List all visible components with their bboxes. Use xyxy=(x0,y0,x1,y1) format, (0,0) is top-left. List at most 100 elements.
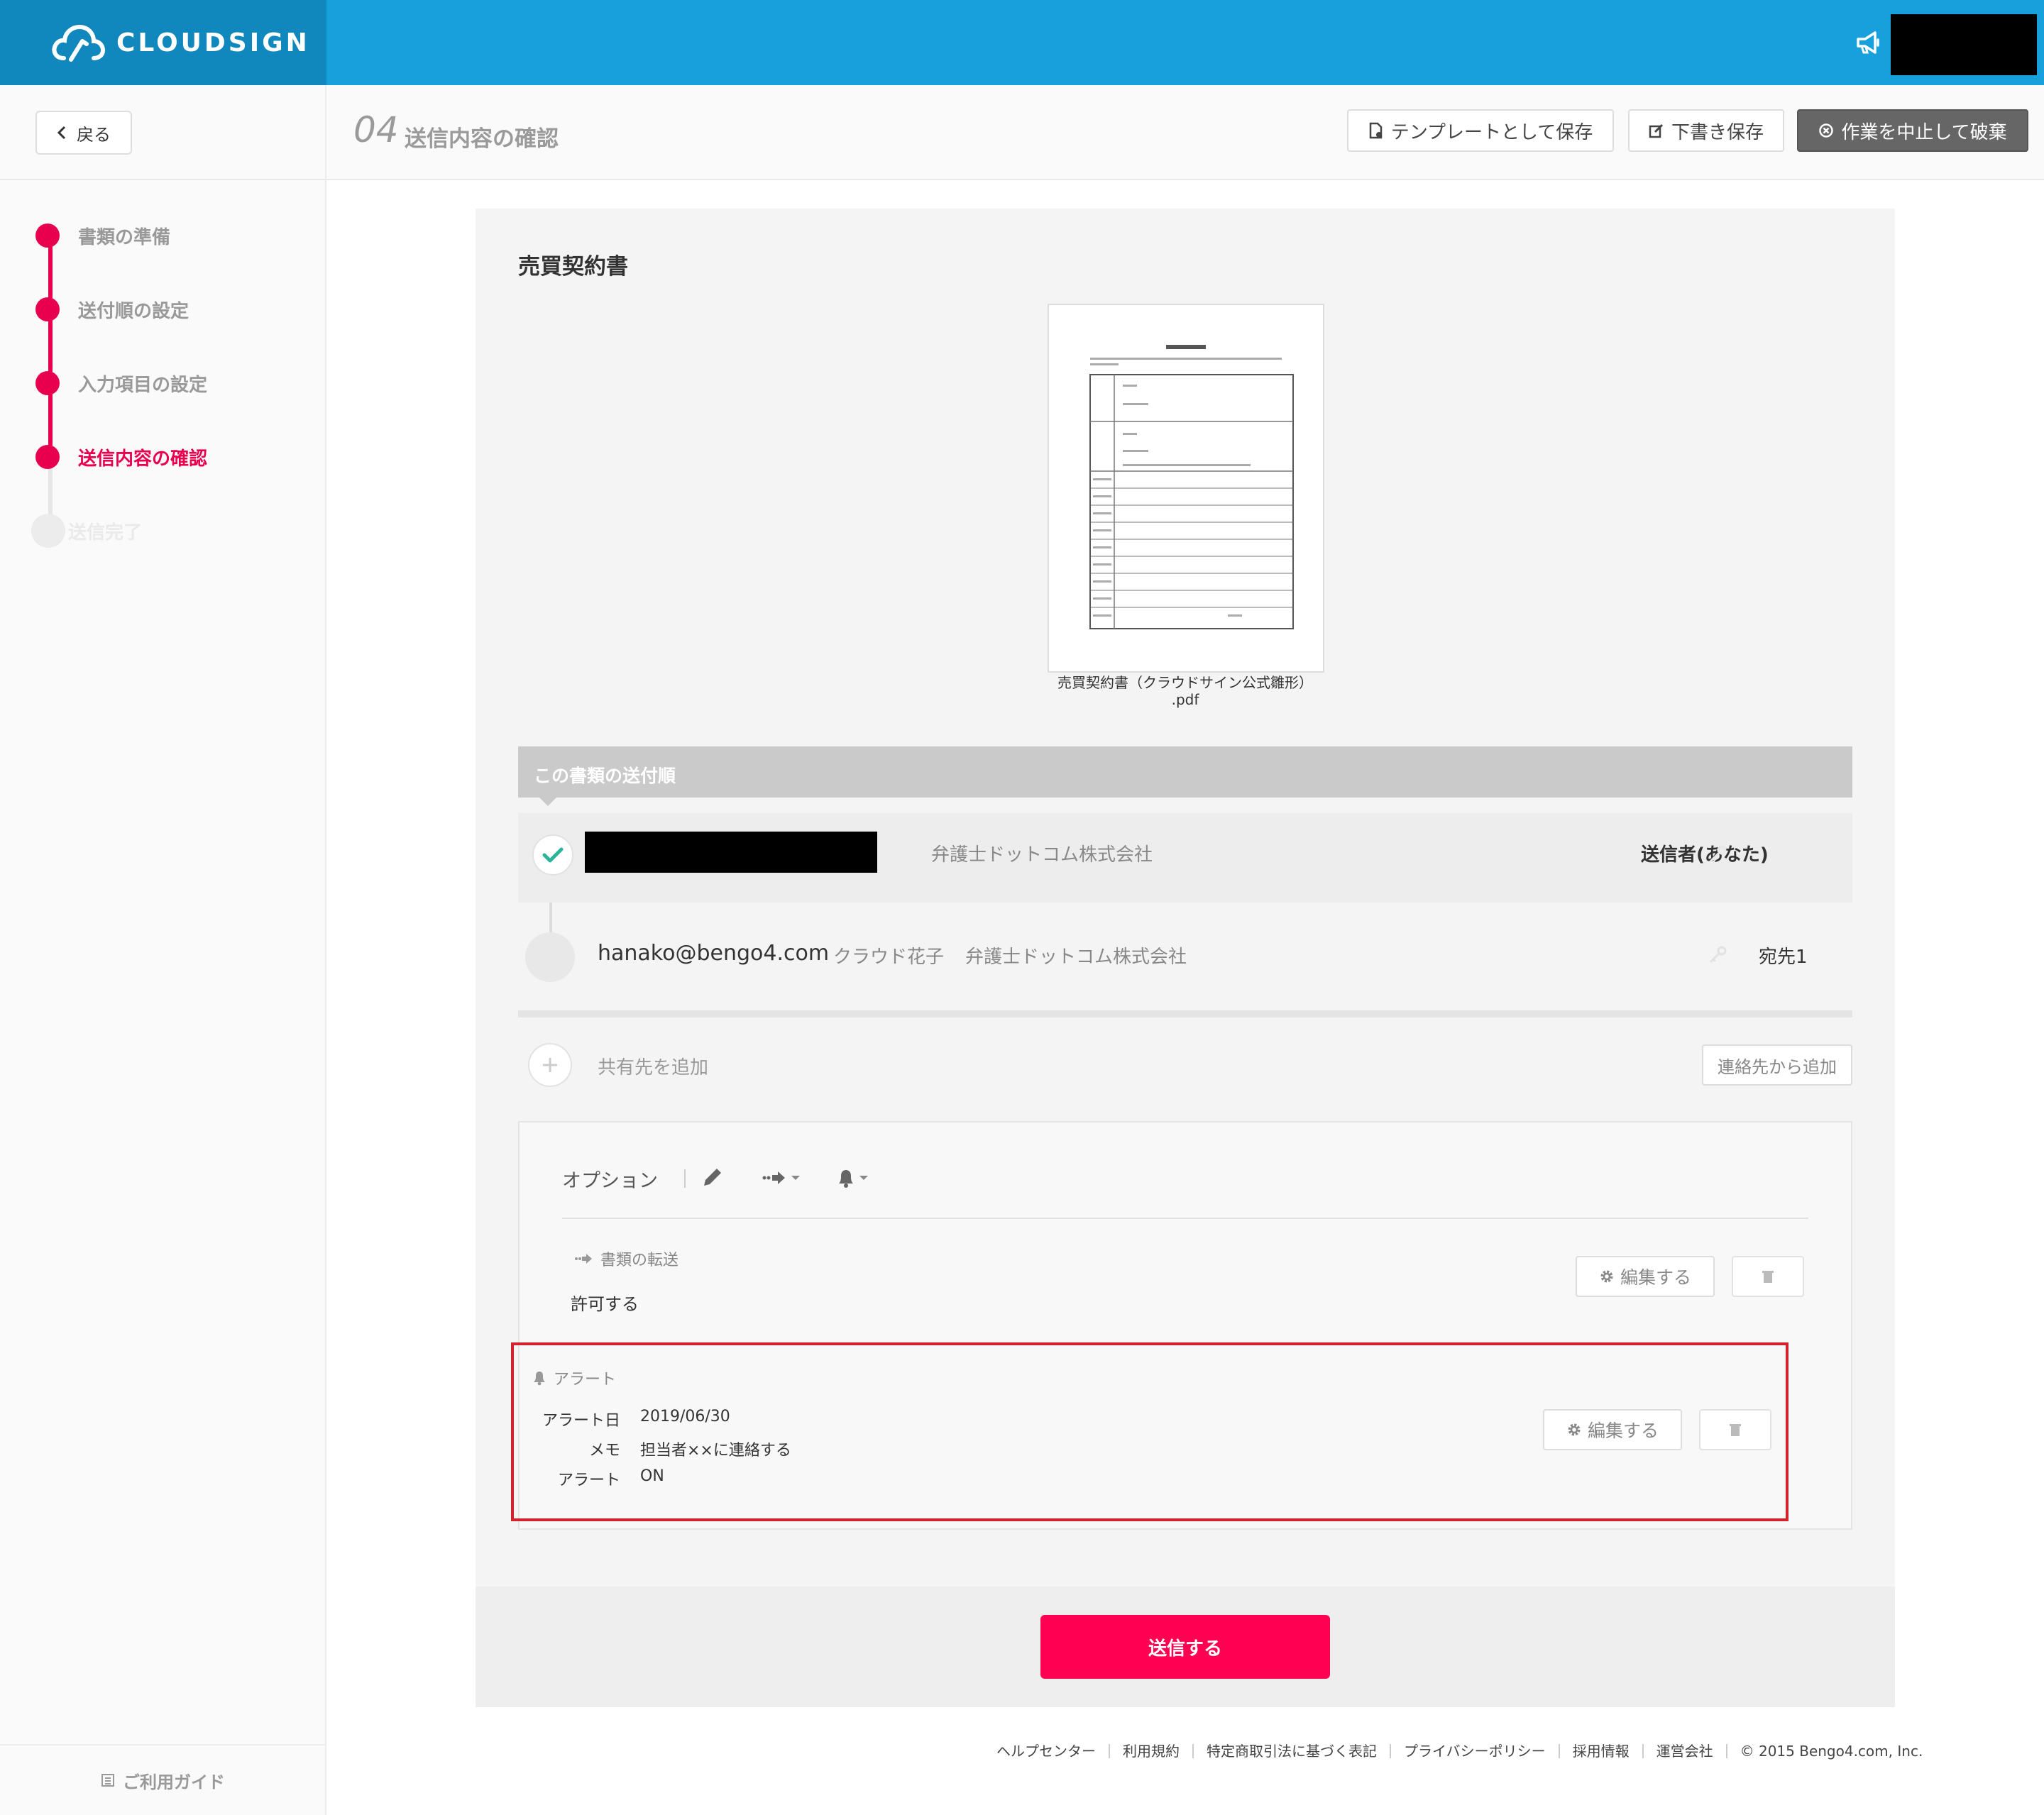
discard-label: 作業を中止して破棄 xyxy=(1841,121,2007,143)
document-save-icon xyxy=(1369,122,1383,139)
user-guide-label: ご利用ガイド xyxy=(123,1772,225,1792)
alert-row-value: 担当者××に連絡する xyxy=(640,1442,791,1460)
header-pointer xyxy=(539,798,556,806)
footer-link-company[interactable]: 運営会社 xyxy=(1642,1744,1726,1758)
sender-company: 弁護士ドットコム株式会社 xyxy=(931,844,1153,866)
forward-title-label: 書類の転送 xyxy=(600,1252,679,1269)
user-guide-link[interactable]: ご利用ガイド xyxy=(0,1744,325,1815)
cloud-logo-icon xyxy=(52,24,105,62)
forward-section-title: 書類の転送 xyxy=(575,1247,678,1270)
sender-role: 送信者(あなた) xyxy=(1641,844,1769,866)
sub-header: 戻る 04 送信内容の確認 テンプレートとして保存 下書き保存 作業を中止して破… xyxy=(0,85,2044,180)
add-share-button[interactable] xyxy=(528,1043,572,1087)
send-order-title: この書類の送付順 xyxy=(534,766,676,786)
plus-icon xyxy=(543,1058,557,1072)
check-circle xyxy=(532,834,573,876)
copyright: © 2015 Bengo4.com, Inc. xyxy=(1725,1744,1936,1758)
check-icon xyxy=(542,847,564,863)
alert-date-row: アラート日 2019/06/30 xyxy=(532,1408,730,1430)
footer-link-careers[interactable]: 採用情報 xyxy=(1558,1744,1642,1758)
user-menu-redacted[interactable] xyxy=(1891,14,2037,75)
step-label: 送信内容の確認 xyxy=(78,448,208,470)
send-order-header: この書類の送付順 xyxy=(518,746,1852,806)
add-share-label[interactable]: 共有先を追加 xyxy=(598,1053,708,1079)
delete-alert-button[interactable] xyxy=(1699,1409,1771,1450)
delete-forward-button[interactable] xyxy=(1732,1256,1804,1297)
caret-down-icon xyxy=(791,1176,800,1180)
top-bar: CLOUDSIGN xyxy=(0,0,2044,85)
options-label: オプション xyxy=(562,1170,658,1192)
alert-row-value: ON xyxy=(640,1467,664,1485)
recipient-company: 弁護士ドットコム株式会社 xyxy=(965,947,1187,968)
edit-forward-button[interactable]: 編集する xyxy=(1576,1256,1715,1297)
confirmation-card: 売買契約書 売買契約書（クラウドサイン公式雛形） .pdf この書類の送付順 弁… xyxy=(476,209,1895,1589)
edit-label: 編集する xyxy=(1587,1420,1659,1441)
gear-icon xyxy=(1600,1270,1613,1283)
close-circle-icon xyxy=(1819,123,1834,138)
back-label: 戻る xyxy=(77,124,111,145)
alert-option-dropdown[interactable] xyxy=(836,1165,869,1191)
edit-alert-button[interactable]: 編集する xyxy=(1543,1409,1682,1450)
logo[interactable]: CLOUDSIGN xyxy=(0,0,326,85)
footer-links: ヘルプセンター 利用規約 特定商取引法に基づく表記 プライバシーポリシー 採用情… xyxy=(996,1744,1935,1758)
footer-link-terms[interactable]: 利用規約 xyxy=(1109,1744,1192,1758)
alert-memo-row: メモ 担当者××に連絡する xyxy=(532,1438,791,1460)
step-dot xyxy=(35,371,60,395)
discard-button[interactable]: 作業を中止して破棄 xyxy=(1797,109,2028,152)
page-title: 送信内容の確認 xyxy=(405,126,559,152)
recipient-row: hanako@bengo4.com クラウド花子 弁護士ドットコム株式会社 宛先… xyxy=(518,903,1852,1008)
alert-row-key: アラート xyxy=(557,1472,620,1489)
step-dot xyxy=(35,224,60,248)
document-preview-image xyxy=(1089,345,1294,629)
sender-row: 弁護士ドットコム株式会社 送信者(あなた) xyxy=(518,813,1852,903)
gear-icon xyxy=(1568,1423,1581,1436)
edit-icon xyxy=(1649,123,1664,138)
step-label: 入力項目の設定 xyxy=(78,374,208,396)
sidebar: 書類の準備 送付順の設定 入力項目の設定 送信内容の確認 送信完了 ご利用ガイド xyxy=(0,180,326,1815)
megaphone-icon[interactable] xyxy=(1854,28,1882,57)
save-draft-label: 下書き保存 xyxy=(1671,121,1764,143)
logo-text: CLOUDSIGN xyxy=(116,28,310,57)
key-icon[interactable] xyxy=(1708,945,1727,965)
divider xyxy=(325,85,326,180)
book-icon xyxy=(101,1774,114,1787)
step-complete: 送信完了 xyxy=(31,514,143,548)
alert-row-key: メモ xyxy=(588,1442,620,1460)
caret-down-icon xyxy=(859,1176,868,1180)
step-label: 送付順の設定 xyxy=(78,300,189,322)
step-prepare-document[interactable]: 書類の準備 xyxy=(35,221,170,250)
alert-section: アラート アラート日 2019/06/30 メモ 担当者××に連絡する アラート… xyxy=(511,1342,1788,1521)
forward-value: 許可する xyxy=(571,1294,639,1314)
step-label: 送信完了 xyxy=(68,522,143,544)
forward-option-dropdown[interactable] xyxy=(762,1165,801,1191)
step-confirm: 送信内容の確認 xyxy=(35,443,207,471)
save-as-template-button[interactable]: テンプレートとして保存 xyxy=(1347,109,1614,152)
divider xyxy=(684,1169,686,1188)
save-as-template-label: テンプレートとして保存 xyxy=(1390,121,1593,143)
recipient-status-circle xyxy=(525,932,575,982)
alert-title-label: アラート xyxy=(554,1371,617,1389)
trash-icon xyxy=(1730,1424,1741,1436)
document-filename: 売買契約書（クラウドサイン公式雛形） .pdf xyxy=(1057,674,1313,708)
footer-link-privacy[interactable]: プライバシーポリシー xyxy=(1390,1744,1559,1758)
send-button[interactable]: 送信する xyxy=(1040,1615,1330,1679)
key-icon[interactable] xyxy=(1708,844,1727,864)
add-memo-button[interactable] xyxy=(700,1165,724,1191)
recipient-email: hanako@bengo4.com xyxy=(598,941,830,966)
step-number: 04 xyxy=(353,109,399,150)
document-thumbnail[interactable] xyxy=(1048,304,1324,673)
back-button[interactable]: 戻る xyxy=(35,111,132,155)
save-draft-button[interactable]: 下書き保存 xyxy=(1628,109,1784,152)
recipient-name: クラウド花子 xyxy=(833,947,945,968)
alert-section-title: アラート xyxy=(532,1367,616,1389)
step-label: 書類の準備 xyxy=(78,226,171,248)
bell-icon xyxy=(534,1372,545,1386)
footer-link-commerce-law[interactable]: 特定商取引法に基づく表記 xyxy=(1192,1744,1390,1758)
step-send-order[interactable]: 送付順の設定 xyxy=(35,295,189,324)
add-from-contacts-button[interactable]: 連絡先から追加 xyxy=(1702,1044,1852,1086)
step-dot xyxy=(35,297,60,321)
footer-link-help[interactable]: ヘルプセンター xyxy=(996,1744,1109,1758)
alert-status-row: アラート ON xyxy=(532,1467,664,1490)
step-input-fields[interactable]: 入力項目の設定 xyxy=(35,369,207,397)
pencil-icon xyxy=(704,1169,721,1186)
